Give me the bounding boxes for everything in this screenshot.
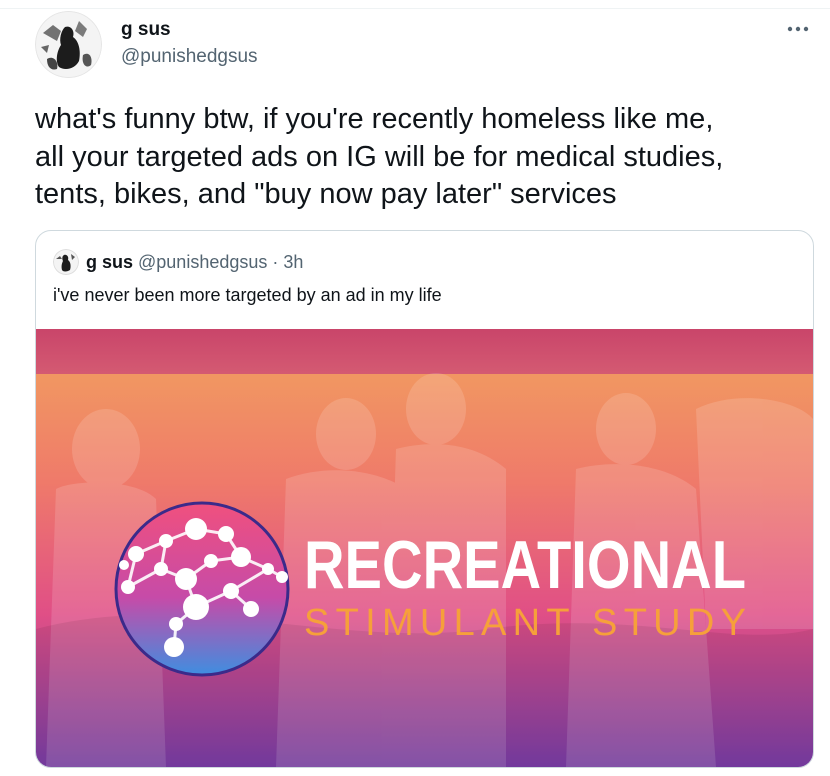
quoted-tweet-text: i've never been more targeted by an ad i… — [53, 285, 442, 305]
top-divider — [0, 8, 830, 9]
quoted-tweet[interactable]: g sus @punishedgsus · 3h i've never been… — [35, 230, 814, 768]
tweet-text-line: all your targeted ads on IG will be for … — [35, 140, 724, 173]
author-handle[interactable]: @punishedgsus — [121, 45, 258, 69]
ad-image: RECREATIONAL STIMULANT STUDY — [36, 329, 813, 767]
quoted-author-handle: @punishedgsus — [138, 251, 268, 272]
ad-subline: STIMULANT STUDY — [304, 602, 746, 644]
ad-headline: RECREATIONAL — [304, 527, 746, 603]
quoted-timestamp[interactable]: 3h — [283, 252, 303, 273]
avatar-image — [35, 11, 102, 78]
separator-dot: · — [272, 251, 279, 272]
quoted-media-image[interactable]: RECREATIONAL STIMULANT STUDY — [36, 329, 813, 767]
author-name[interactable]: g sus — [121, 18, 258, 41]
quoted-author-name: g sus — [86, 251, 134, 272]
tweet-text-line: what's funny btw, if you're recently hom… — [35, 103, 714, 135]
author-block: g sus @punishedgsus — [121, 18, 258, 69]
quoted-author-avatar — [53, 249, 79, 275]
tweet-text-line: tents, bikes, and "buy now pay later" se… — [35, 178, 617, 210]
ellipsis-icon — [787, 26, 809, 32]
more-options-button[interactable] — [778, 17, 818, 41]
quoted-tweet-header: g sus @punishedgsus · 3h — [53, 249, 303, 275]
tweet-text: what's funny btw, if you're recently hom… — [35, 101, 815, 214]
author-avatar[interactable] — [35, 11, 102, 78]
avatar-image — [53, 249, 79, 275]
